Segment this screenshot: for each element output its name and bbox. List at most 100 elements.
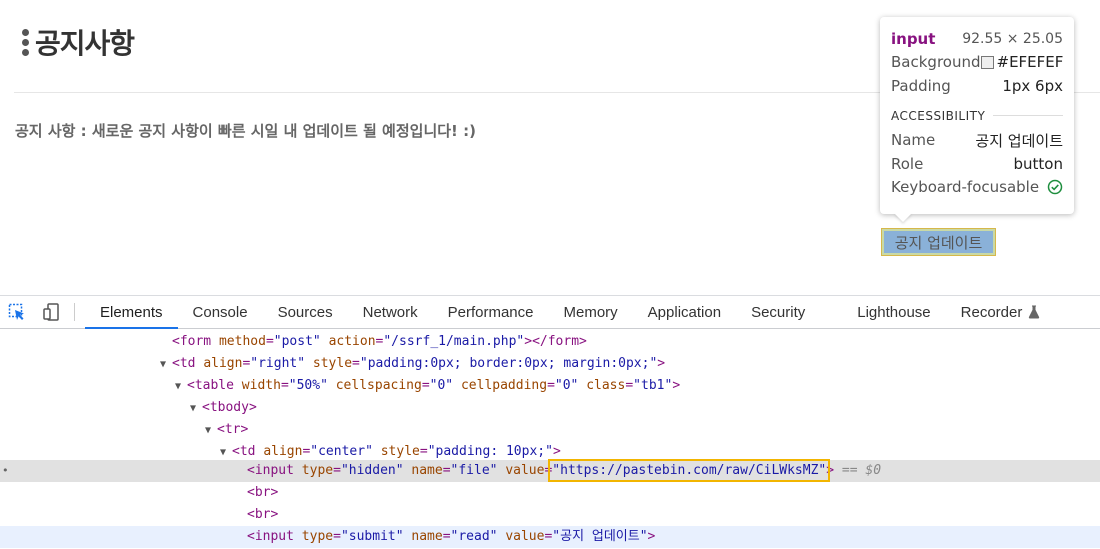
tooltip-role-row: Role button xyxy=(891,152,1063,176)
tab-label: Performance xyxy=(447,303,534,321)
attr-value: "tb1" xyxy=(633,378,673,393)
tab-memory[interactable]: Memory xyxy=(549,296,633,328)
tab-elements[interactable]: Elements xyxy=(85,296,178,329)
expand-arrow-icon[interactable]: ▼ xyxy=(205,420,217,442)
attr-name: cellspacing xyxy=(335,378,422,393)
attr-name: type xyxy=(301,463,334,478)
dom-node-input-submit[interactable]: <input type="submit" name="read" value="… xyxy=(0,526,1100,548)
attr-name: cellpadding xyxy=(460,378,548,393)
tag-td: <td xyxy=(232,444,256,459)
attr-value: "hidden" xyxy=(340,463,404,478)
attr-value: "/ssrf_1/main.php" xyxy=(383,334,525,349)
tag-br: <br> xyxy=(247,485,279,500)
dom-node-br[interactable]: <br> xyxy=(0,504,1100,526)
tag-br: <br> xyxy=(247,507,279,522)
attr-value: "center" xyxy=(310,444,373,459)
dom-node-tr[interactable]: ▼ <tr> xyxy=(0,419,1100,441)
tab-lighthouse[interactable]: Lighthouse xyxy=(842,296,945,328)
dom-node-input-hidden[interactable]: • <input type="hidden" name="file" value=… xyxy=(0,459,1100,482)
inspect-tooltip: input 92.55 × 25.05 Background #EFEFEF P… xyxy=(880,17,1074,214)
tab-label: Application xyxy=(647,303,722,321)
tab-recorder[interactable]: Recorder xyxy=(946,296,1056,328)
expand-arrow-icon[interactable]: ▼ xyxy=(160,354,172,376)
attr-name: class xyxy=(586,378,626,393)
attr-name: align xyxy=(203,356,243,371)
tooltip-accessibility-title: ACCESSIBILITY xyxy=(891,108,986,123)
attr-name: align xyxy=(263,444,303,459)
attr-value: "read" xyxy=(450,529,498,544)
tag-form: <form xyxy=(172,334,212,349)
devtools-toolbar: Elements Console Sources Network Performance… xyxy=(0,295,1100,329)
tab-label: Security xyxy=(751,303,806,321)
title-bullet-icon xyxy=(22,28,29,56)
tab-label: Recorder xyxy=(960,303,1023,321)
notice-text: 공지 사항 : 새로운 공지 사항이 빠른 시일 내 업데이트 될 예정입니다!… xyxy=(15,122,476,140)
attr-name: method xyxy=(218,334,266,349)
elements-tree: <form method="post" action="/ssrf_1/main… xyxy=(0,329,1100,549)
selected-node-marker: == $0 xyxy=(841,463,882,478)
tooltip-accessibility-heading: ACCESSIBILITY xyxy=(891,107,1063,125)
tooltip-padding-label: Padding xyxy=(891,76,951,95)
tag-close: > xyxy=(657,356,666,371)
attr-value: "post" xyxy=(273,334,321,349)
dom-node-td-right[interactable]: ▼ <td align="right" style="padding:0px; b… xyxy=(0,353,1100,375)
attr-value: "right" xyxy=(250,356,306,371)
tooltip-role-label: Role xyxy=(891,154,924,173)
tooltip-focus-label: Keyboard-focusable xyxy=(891,178,1040,197)
tooltip-background-hex: #EFEFEF xyxy=(996,53,1064,72)
color-swatch-icon xyxy=(980,55,994,69)
tab-label: Sources xyxy=(277,303,333,321)
tag-td: <td xyxy=(172,356,196,371)
attr-name: value xyxy=(505,529,545,544)
tab-network[interactable]: Network xyxy=(348,296,433,328)
gutter-dot-icon: • xyxy=(2,464,9,477)
devtools-tabs: Elements Console Sources Network Performance… xyxy=(85,296,1056,329)
notice-update-button-label: 공지 업데이트 xyxy=(884,231,993,253)
dom-node-form[interactable]: <form method="post" action="/ssrf_1/main… xyxy=(0,331,1100,353)
tab-console[interactable]: Console xyxy=(178,296,263,328)
tag-close: > xyxy=(672,378,681,393)
expand-arrow-icon[interactable]: ▼ xyxy=(175,376,187,398)
tab-label: Elements xyxy=(100,303,163,321)
attr-value: "submit" xyxy=(340,529,404,544)
attr-value: "0" xyxy=(554,378,579,393)
tab-application[interactable]: Application xyxy=(633,296,736,328)
tooltip-name-label: Name xyxy=(891,131,936,150)
notice-update-button[interactable]: 공지 업데이트 xyxy=(881,228,996,256)
attr-name: style xyxy=(380,444,420,459)
attr-name: width xyxy=(241,378,281,393)
dom-node-tbody[interactable]: ▼ <tbody> xyxy=(0,397,1100,419)
tab-security[interactable]: Security xyxy=(736,296,820,328)
page-title: 공지사항 xyxy=(35,27,135,60)
tooltip-dimensions: 92.55 × 25.05 xyxy=(962,30,1063,47)
page-header: 공지사항 xyxy=(22,22,135,62)
tooltip-padding-value: 1px 6px xyxy=(1002,76,1063,95)
attr-name: action xyxy=(328,334,376,349)
tag-form-close: ></form> xyxy=(524,334,587,349)
device-mode-icon xyxy=(43,303,59,321)
dom-node-table[interactable]: ▼ <table width="50%" cellspacing="0" cell… xyxy=(0,375,1100,397)
check-circle-icon xyxy=(1047,180,1063,195)
tag-tr: <tr> xyxy=(217,422,249,437)
attr-value: "0" xyxy=(429,378,454,393)
tooltip-name-row: Name 공지 업데이트 xyxy=(891,129,1063,153)
tag-close: > xyxy=(647,529,656,544)
tooltip-tag-name: input xyxy=(891,29,936,48)
web-page: 공지사항 공지 사항 : 새로운 공지 사항이 빠른 시일 내 업데이트 될 예… xyxy=(0,0,1100,295)
tab-label: Memory xyxy=(563,303,618,321)
tag-tbody: <tbody> xyxy=(202,400,257,415)
device-toolbar-button[interactable] xyxy=(34,296,68,328)
tooltip-name-value: 공지 업데이트 xyxy=(975,131,1063,150)
tab-label: Lighthouse xyxy=(857,303,931,321)
tab-sources[interactable]: Sources xyxy=(263,296,348,328)
attr-value: "padding: 10px;" xyxy=(427,444,553,459)
tooltip-background-label: Background xyxy=(891,53,981,72)
expand-arrow-icon[interactable]: ▼ xyxy=(190,398,202,420)
tab-performance[interactable]: Performance xyxy=(433,296,549,328)
attr-value: "공지 업데이트" xyxy=(552,529,648,544)
tooltip-header: input 92.55 × 25.05 xyxy=(891,27,1063,51)
url-value-highlight[interactable]: "https://pastebin.com/raw/CiLWksMZ" xyxy=(548,459,831,482)
dom-node-br[interactable]: <br> xyxy=(0,482,1100,504)
tag-input: <input xyxy=(247,529,294,544)
inspect-element-button[interactable] xyxy=(0,296,34,328)
